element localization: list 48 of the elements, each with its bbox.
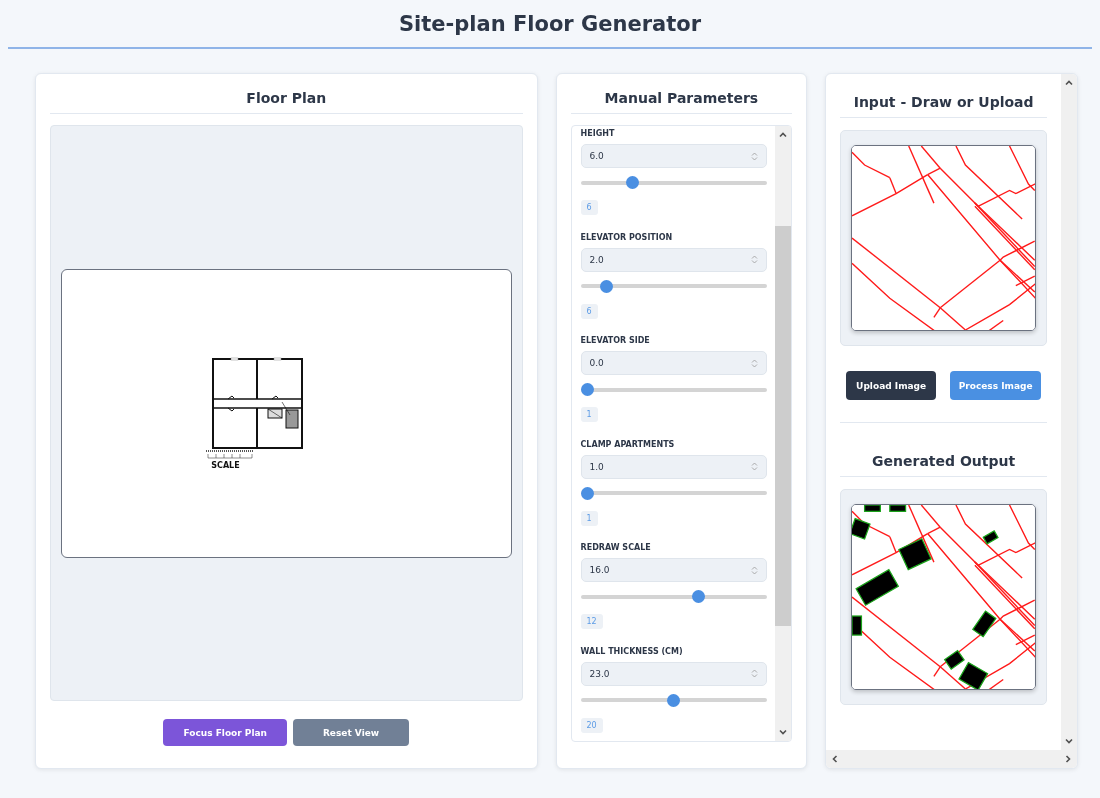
value-badge: 20	[580, 717, 603, 733]
parameter-label: ELEVATOR POSITION	[580, 232, 674, 242]
scrollbar[interactable]	[1061, 74, 1077, 750]
number-field[interactable]: 23.0	[580, 661, 768, 686]
parameter-label: HEIGHT	[580, 129, 616, 138]
slider[interactable]	[580, 693, 768, 707]
slider[interactable]	[580, 383, 768, 396]
number-field[interactable]: 6.0	[580, 144, 768, 168]
slider-thumb[interactable]	[625, 176, 639, 189]
number-field[interactable]: 16.0	[580, 558, 768, 582]
slider[interactable]	[580, 590, 768, 603]
panel-title: Manual Parameters	[570, 88, 793, 114]
panel-title: Floor Plan	[50, 88, 523, 114]
number-field[interactable]: 2.0	[580, 247, 768, 272]
panel-title: Generated Output	[840, 451, 1047, 477]
slider-thumb[interactable]	[691, 590, 705, 603]
parameter-label: REDRAW SCALE	[580, 543, 652, 552]
view-button[interactable]: Focus Floor Plan	[163, 719, 287, 746]
scroll-up-icon[interactable]	[778, 130, 789, 140]
scale-label: SCALE	[211, 460, 240, 470]
slider[interactable]	[580, 279, 768, 293]
slider[interactable]	[580, 176, 768, 189]
parameter-label: CLAMP APARTMENTS	[580, 439, 676, 449]
parameter-label: ELEVATOR SIDE	[580, 336, 651, 345]
slider[interactable]	[580, 486, 768, 500]
slider-thumb[interactable]	[580, 486, 594, 500]
scrollbar-thumb[interactable]	[775, 226, 792, 626]
slider-thumb[interactable]	[599, 279, 613, 293]
number-field[interactable]: 1.0	[580, 454, 768, 479]
scroll-right-icon[interactable]	[1063, 754, 1073, 764]
value-badge: 12	[580, 614, 603, 629]
scrollbar[interactable]	[826, 750, 1077, 768]
view-button[interactable]: Reset View	[293, 719, 409, 746]
panel-title: Input - Draw or Upload	[840, 92, 1047, 118]
number-field[interactable]: 0.0	[580, 351, 768, 375]
value-badge: 1	[580, 407, 598, 422]
page-title: Site-plan Floor Generator	[398, 11, 702, 36]
value-badge: 1	[580, 510, 598, 526]
scrollbar[interactable]	[775, 126, 792, 741]
slider-thumb[interactable]	[667, 693, 681, 707]
image-button[interactable]: Upload Image	[846, 371, 937, 400]
parameter-label: WALL THICKNESS (CM)	[580, 646, 684, 656]
scroll-up-icon[interactable]	[1064, 78, 1074, 88]
value-badge: 6	[580, 303, 598, 319]
value-badge: 6	[580, 200, 598, 215]
scroll-down-icon[interactable]	[1064, 736, 1074, 746]
scroll-down-icon[interactable]	[778, 727, 789, 737]
slider-thumb[interactable]	[580, 383, 594, 396]
